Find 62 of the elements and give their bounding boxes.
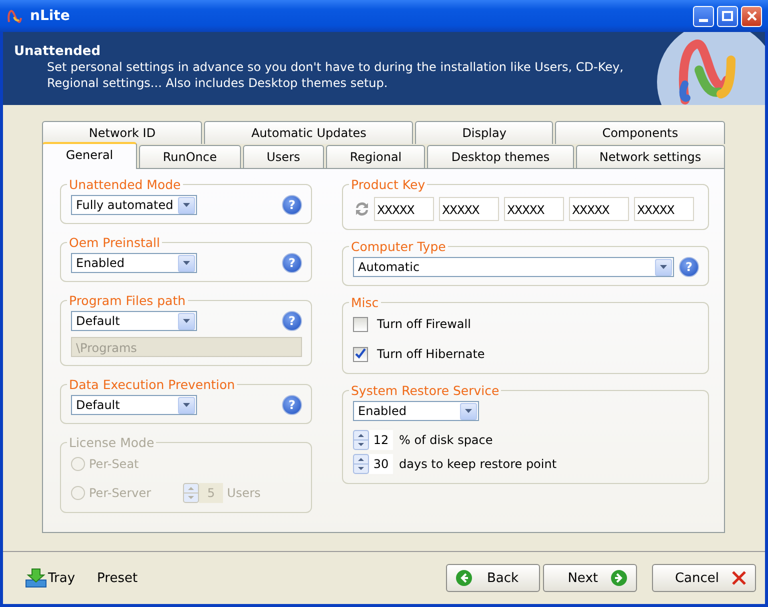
group-title: Unattended Mode — [68, 177, 182, 192]
app-logo-icon — [6, 8, 24, 24]
tab[interactable]: Network ID — [42, 121, 202, 144]
maximize-button[interactable] — [717, 6, 738, 26]
group-title: Data Execution Prevention — [68, 377, 236, 392]
spinner-field[interactable]: 12 — [369, 430, 393, 450]
key-field[interactable]: XXXXX — [634, 197, 694, 221]
minimize-button[interactable] — [693, 6, 714, 26]
tab[interactable]: Network settings — [576, 145, 725, 168]
checkbox-label: Turn off Hibernate — [377, 347, 485, 361]
dropdown[interactable]: Default — [71, 395, 197, 415]
tab[interactable]: RunOnce — [138, 145, 241, 168]
tab[interactable]: Desktop themes — [427, 145, 574, 168]
key-field[interactable]: XXXXX — [504, 197, 564, 221]
group-title: Misc — [350, 295, 380, 310]
spinner-label: % of disk space — [399, 433, 493, 447]
dropdown[interactable]: Automatic — [353, 257, 674, 277]
dropdown[interactable]: Enabled — [353, 401, 479, 421]
tab[interactable]: Components — [555, 121, 725, 144]
group-title: Program Files path — [68, 293, 187, 308]
preset-button[interactable]: Preset — [97, 570, 138, 586]
group-title: Computer Type — [350, 239, 447, 254]
checkbox[interactable] — [353, 316, 368, 332]
key-field[interactable]: XXXXX — [439, 197, 499, 221]
key-field[interactable]: XXXXX — [374, 197, 434, 221]
tab[interactable]: Display — [415, 121, 554, 144]
close-icon — [746, 11, 756, 21]
tab[interactable]: Regional — [326, 145, 426, 168]
window-title: nLite — [30, 8, 70, 24]
tray-download-icon — [25, 568, 47, 588]
page-title: Unattended — [14, 44, 102, 59]
next-button[interactable]: Next — [543, 564, 637, 592]
spinner-field[interactable]: 30 — [369, 454, 393, 474]
group-title: Oem Preinstall — [68, 235, 161, 250]
checkbox-label: Turn off Firewall — [377, 317, 471, 331]
back-button[interactable]: Back — [446, 564, 540, 592]
cancel-x-icon — [731, 570, 747, 586]
spinner-unit: Users — [227, 486, 261, 500]
spinner-arrows-icon[interactable] — [353, 454, 369, 474]
checkbox[interactable] — [353, 346, 368, 362]
maximize-icon — [722, 11, 733, 21]
minimize-icon — [699, 18, 708, 22]
tab[interactable]: Automatic Updates — [204, 121, 414, 144]
page-description: Set personal settings in advance so you don't have to during the installation like Users, CD-Key, — [46, 59, 624, 75]
spinner-label: days to keep restore point — [399, 457, 557, 471]
page-description: Regional settings... Also includes Desktop themes setup. — [46, 75, 389, 91]
group-title: License Mode — [68, 435, 156, 450]
dropdown[interactable]: Enabled — [71, 253, 197, 273]
cancel-button[interactable]: Cancel — [652, 564, 756, 592]
group-title: System Restore Service — [350, 383, 500, 398]
refresh-icon[interactable] — [353, 200, 371, 218]
dropdown[interactable]: Default — [71, 311, 197, 331]
group-title: Product Key — [350, 177, 426, 192]
close-button[interactable] — [741, 6, 762, 26]
radio-label: Per-Server — [89, 486, 152, 500]
tab[interactable]: General — [42, 142, 137, 169]
tab[interactable]: Users — [242, 145, 324, 168]
key-field[interactable]: XXXXX — [569, 197, 629, 221]
dropdown[interactable]: Fully automated — [71, 195, 197, 215]
tray-button[interactable]: Tray — [25, 568, 76, 588]
spinner-arrows-icon[interactable] — [353, 430, 369, 450]
radio-label: Per-Seat — [89, 457, 139, 471]
